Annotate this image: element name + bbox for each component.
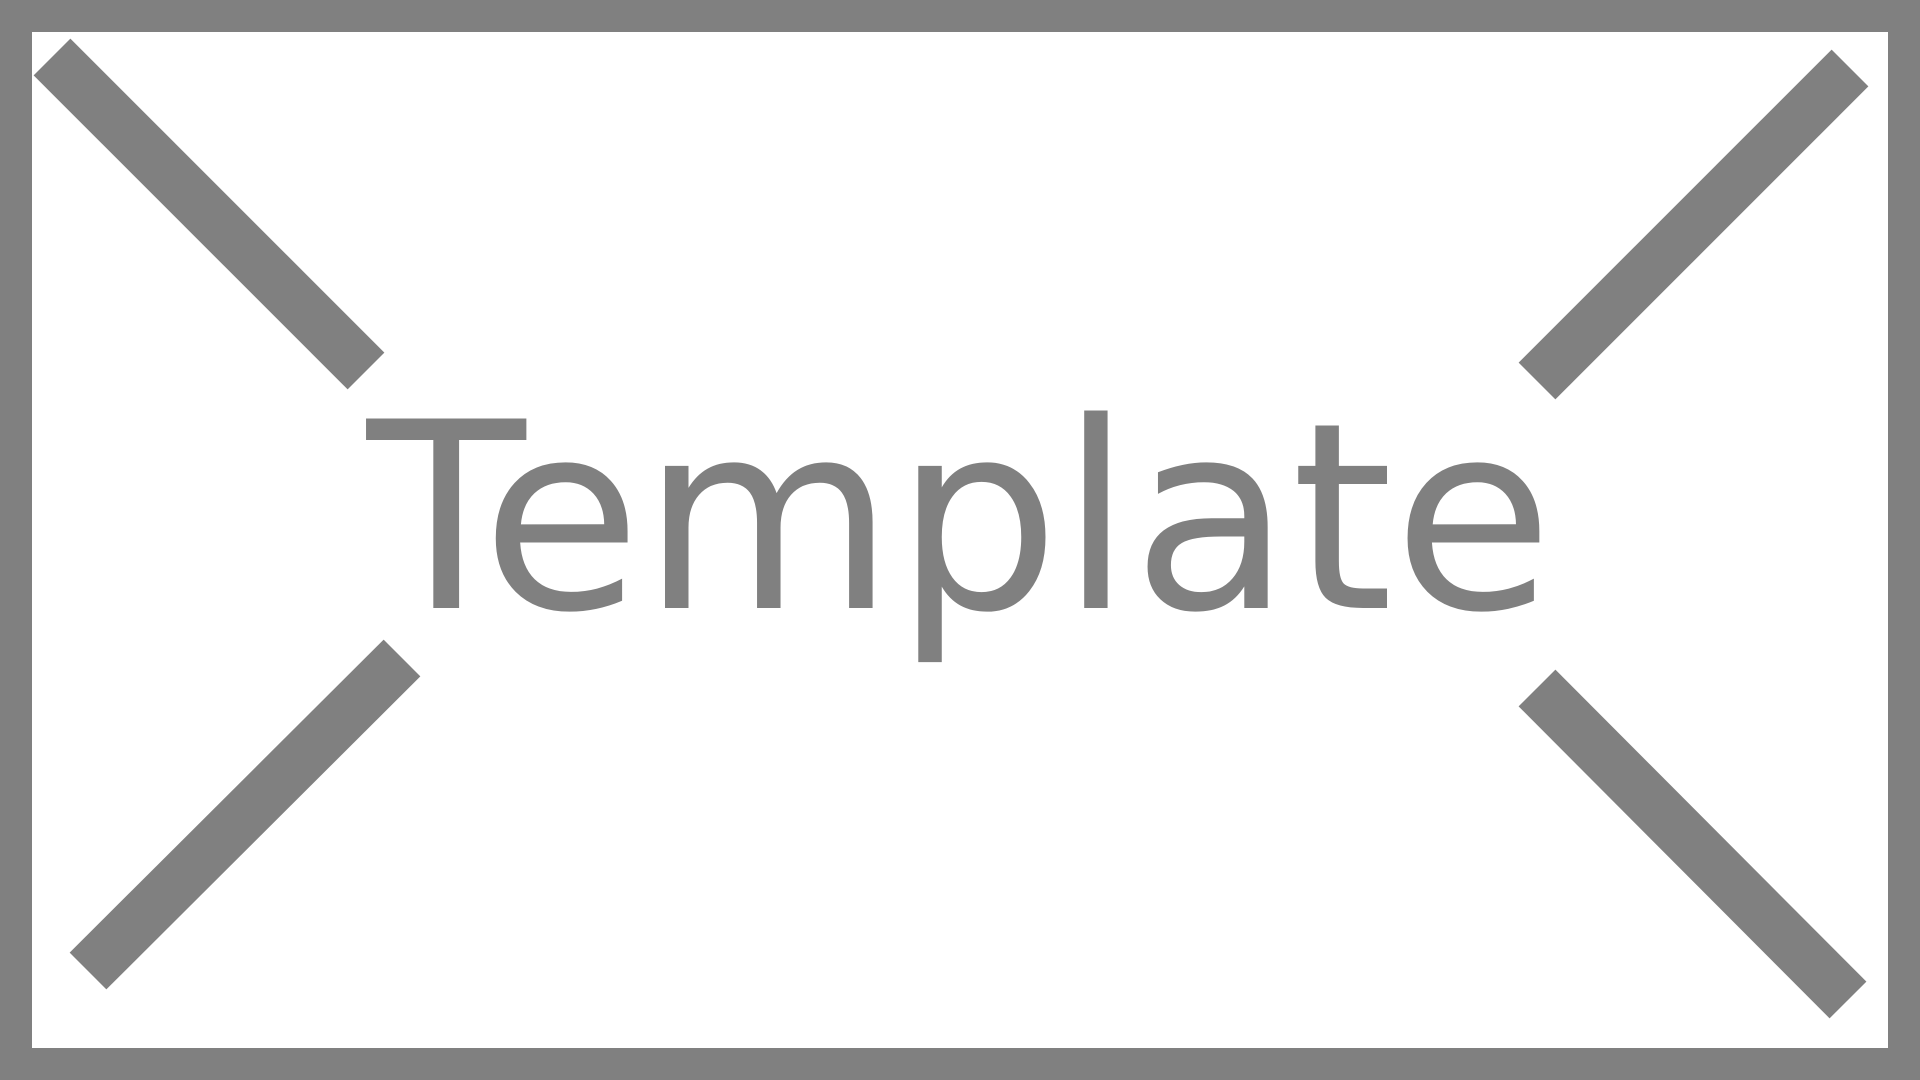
placeholder-graphic: Template bbox=[0, 0, 1920, 1080]
placeholder-label: Template bbox=[363, 368, 1553, 670]
template-placeholder: Template bbox=[0, 0, 1920, 1080]
